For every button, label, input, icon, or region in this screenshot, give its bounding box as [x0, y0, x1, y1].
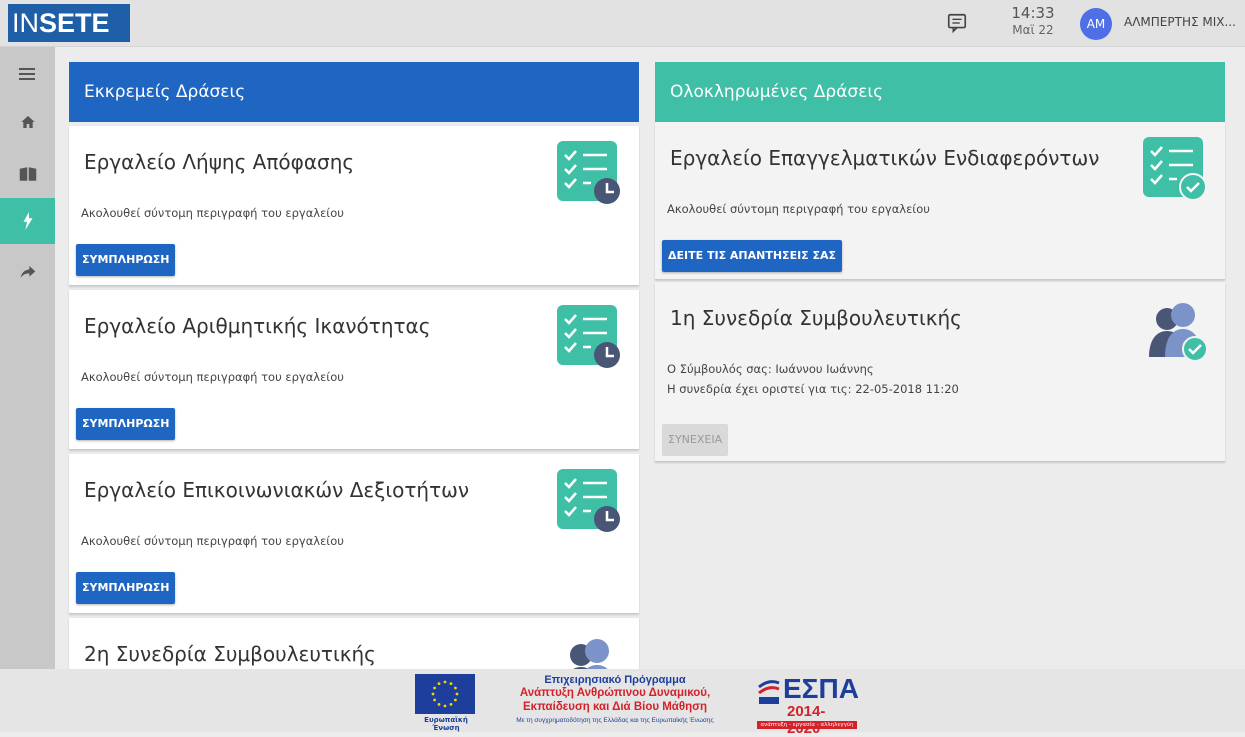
rail-item-home[interactable]	[0, 99, 55, 145]
clock-date: Μαϊ 22	[1012, 23, 1054, 37]
logo-text-light: IN	[12, 8, 39, 38]
card-title: Εργαλείο Λήψης Απόφασης	[84, 150, 355, 174]
bolt-icon	[23, 212, 32, 230]
insete-logo[interactable]: INSETE	[8, 4, 130, 42]
session-date: Η συνεδρία έχει οριστεί για τις: 22-05-2…	[667, 382, 959, 396]
card-description: Ακολουθεί σύντομη περιγραφή του εργαλείο…	[81, 534, 344, 548]
completed-actions-header: Ολοκληρωμένες Δράσεις	[655, 62, 1225, 122]
pending-card: Εργαλείο Επικοινωνιακών Δεξιοτήτων Ακολο…	[69, 454, 639, 614]
top-bar: INSETE 14:33 Μαϊ 22 AM ΑΛΜΠΕΡΤΗΣ ΜΙΧ...	[0, 0, 1245, 47]
logo-text-bold: SETE	[39, 8, 110, 38]
counselor-done-icon	[1149, 303, 1207, 361]
espa-tagline: ανάπτυξη - εργασία - αλληλεγγύη	[757, 721, 857, 729]
card-title: Εργαλείο Αριθμητικής Ικανότητας	[84, 314, 431, 338]
completed-actions-column: Ολοκληρωμένες Δράσεις Εργαλείο Επαγγελμα…	[655, 62, 1225, 462]
card-title: 2η Συνεδρία Συμβουλευτικής	[84, 642, 376, 666]
book-icon	[19, 167, 36, 181]
counselor-name: Ο Σύμβουλός σας: Ιωάννου Ιωάννης	[667, 362, 874, 376]
user-name[interactable]: ΑΛΜΠΕΡΤΗΣ ΜΙΧ...	[1124, 15, 1236, 29]
checklist-pending-icon	[557, 141, 620, 204]
pending-card: Εργαλείο Αριθμητικής Ικανότητας Ακολουθε…	[69, 290, 639, 450]
fill-in-button[interactable]: ΣΥΜΠΛΗΡΩΣΗ	[76, 408, 176, 440]
espa-swoosh-icon	[758, 680, 780, 704]
fill-in-button[interactable]: ΣΥΜΠΛΗΡΩΣΗ	[76, 244, 176, 276]
checklist-done-icon	[1143, 137, 1207, 201]
side-rail	[0, 47, 55, 669]
card-title: Εργαλείο Επικοινωνιακών Δεξιοτήτων	[84, 478, 470, 502]
fill-in-button[interactable]: ΣΥΜΠΛΗΡΩΣΗ	[76, 572, 176, 604]
card-title: Εργαλείο Επαγγελματικών Ενδιαφερόντων	[670, 146, 1100, 170]
completed-card: Εργαλείο Επαγγελματικών Ενδιαφερόντων Ακ…	[655, 122, 1225, 280]
rail-item-book[interactable]	[0, 151, 55, 197]
checklist-pending-icon	[557, 469, 620, 532]
pending-card: Εργαλείο Λήψης Απόφασης Ακολουθεί σύντομ…	[69, 126, 639, 286]
op-line-4: Με τη συγχρηματοδότηση της Ελλάδας και τ…	[516, 717, 714, 724]
card-title: 1η Συνεδρία Συμβουλευτικής	[670, 306, 962, 330]
espa-logo: ΕΣΠΑ 2014-2020 ανάπτυξη - εργασία - αλλη…	[757, 673, 859, 737]
share-arrow-icon	[20, 266, 35, 278]
eu-flag-icon	[415, 674, 475, 714]
checklist-pending-icon	[557, 305, 620, 368]
card-description: Ακολουθεί σύντομη περιγραφή του εργαλείο…	[667, 202, 930, 216]
pending-actions-column: Εκκρεμείς Δράσεις Εργαλείο Λήψης Απόφαση…	[69, 62, 639, 678]
eu-caption: Ευρωπαϊκή Ένωση	[424, 716, 468, 732]
view-answers-button[interactable]: ΔΕΙΤΕ ΤΙΣ ΑΠΑΝΤΗΣΕΙΣ ΣΑΣ	[662, 240, 843, 272]
clock: 14:33 Μαϊ 22	[1008, 5, 1058, 38]
message-icon[interactable]	[946, 12, 968, 34]
pending-actions-header: Εκκρεμείς Δράσεις	[69, 62, 639, 122]
menu-button[interactable]	[0, 51, 55, 97]
home-icon	[20, 116, 35, 128]
rail-item-share[interactable]	[0, 249, 55, 295]
avatar[interactable]: AM	[1080, 8, 1112, 40]
espa-title: ΕΣΠΑ	[783, 673, 859, 704]
operational-programme-logo: Επιχειρησιακό Πρόγραμμα Ανάπτυξη Ανθρώπι…	[510, 674, 720, 724]
continue-button[interactable]: ΣΥΝΕΧΕΙΑ	[662, 424, 729, 456]
card-description: Ακολουθεί σύντομη περιγραφή του εργαλείο…	[81, 206, 344, 220]
op-line-3: Εκπαίδευση και Διά Βίου Μάθηση	[522, 701, 708, 713]
funding-footer: Ευρωπαϊκή Ένωση Επιχειρησιακό Πρόγραμμα …	[0, 669, 1245, 737]
hamburger-menu-icon	[18, 68, 35, 80]
card-description: Ακολουθεί σύντομη περιγραφή του εργαλείο…	[81, 370, 344, 384]
completed-card: 1η Συνεδρία Συμβουλευτικής Ο Σύμβουλός σ…	[655, 282, 1225, 462]
rail-item-actions[interactable]	[0, 198, 55, 244]
clock-time: 14:33	[1011, 4, 1055, 22]
op-line-2: Ανάπτυξη Ανθρώπινου Δυναμικού,	[519, 687, 711, 699]
op-line-1: Επιχειρησιακό Πρόγραμμα	[544, 674, 686, 686]
